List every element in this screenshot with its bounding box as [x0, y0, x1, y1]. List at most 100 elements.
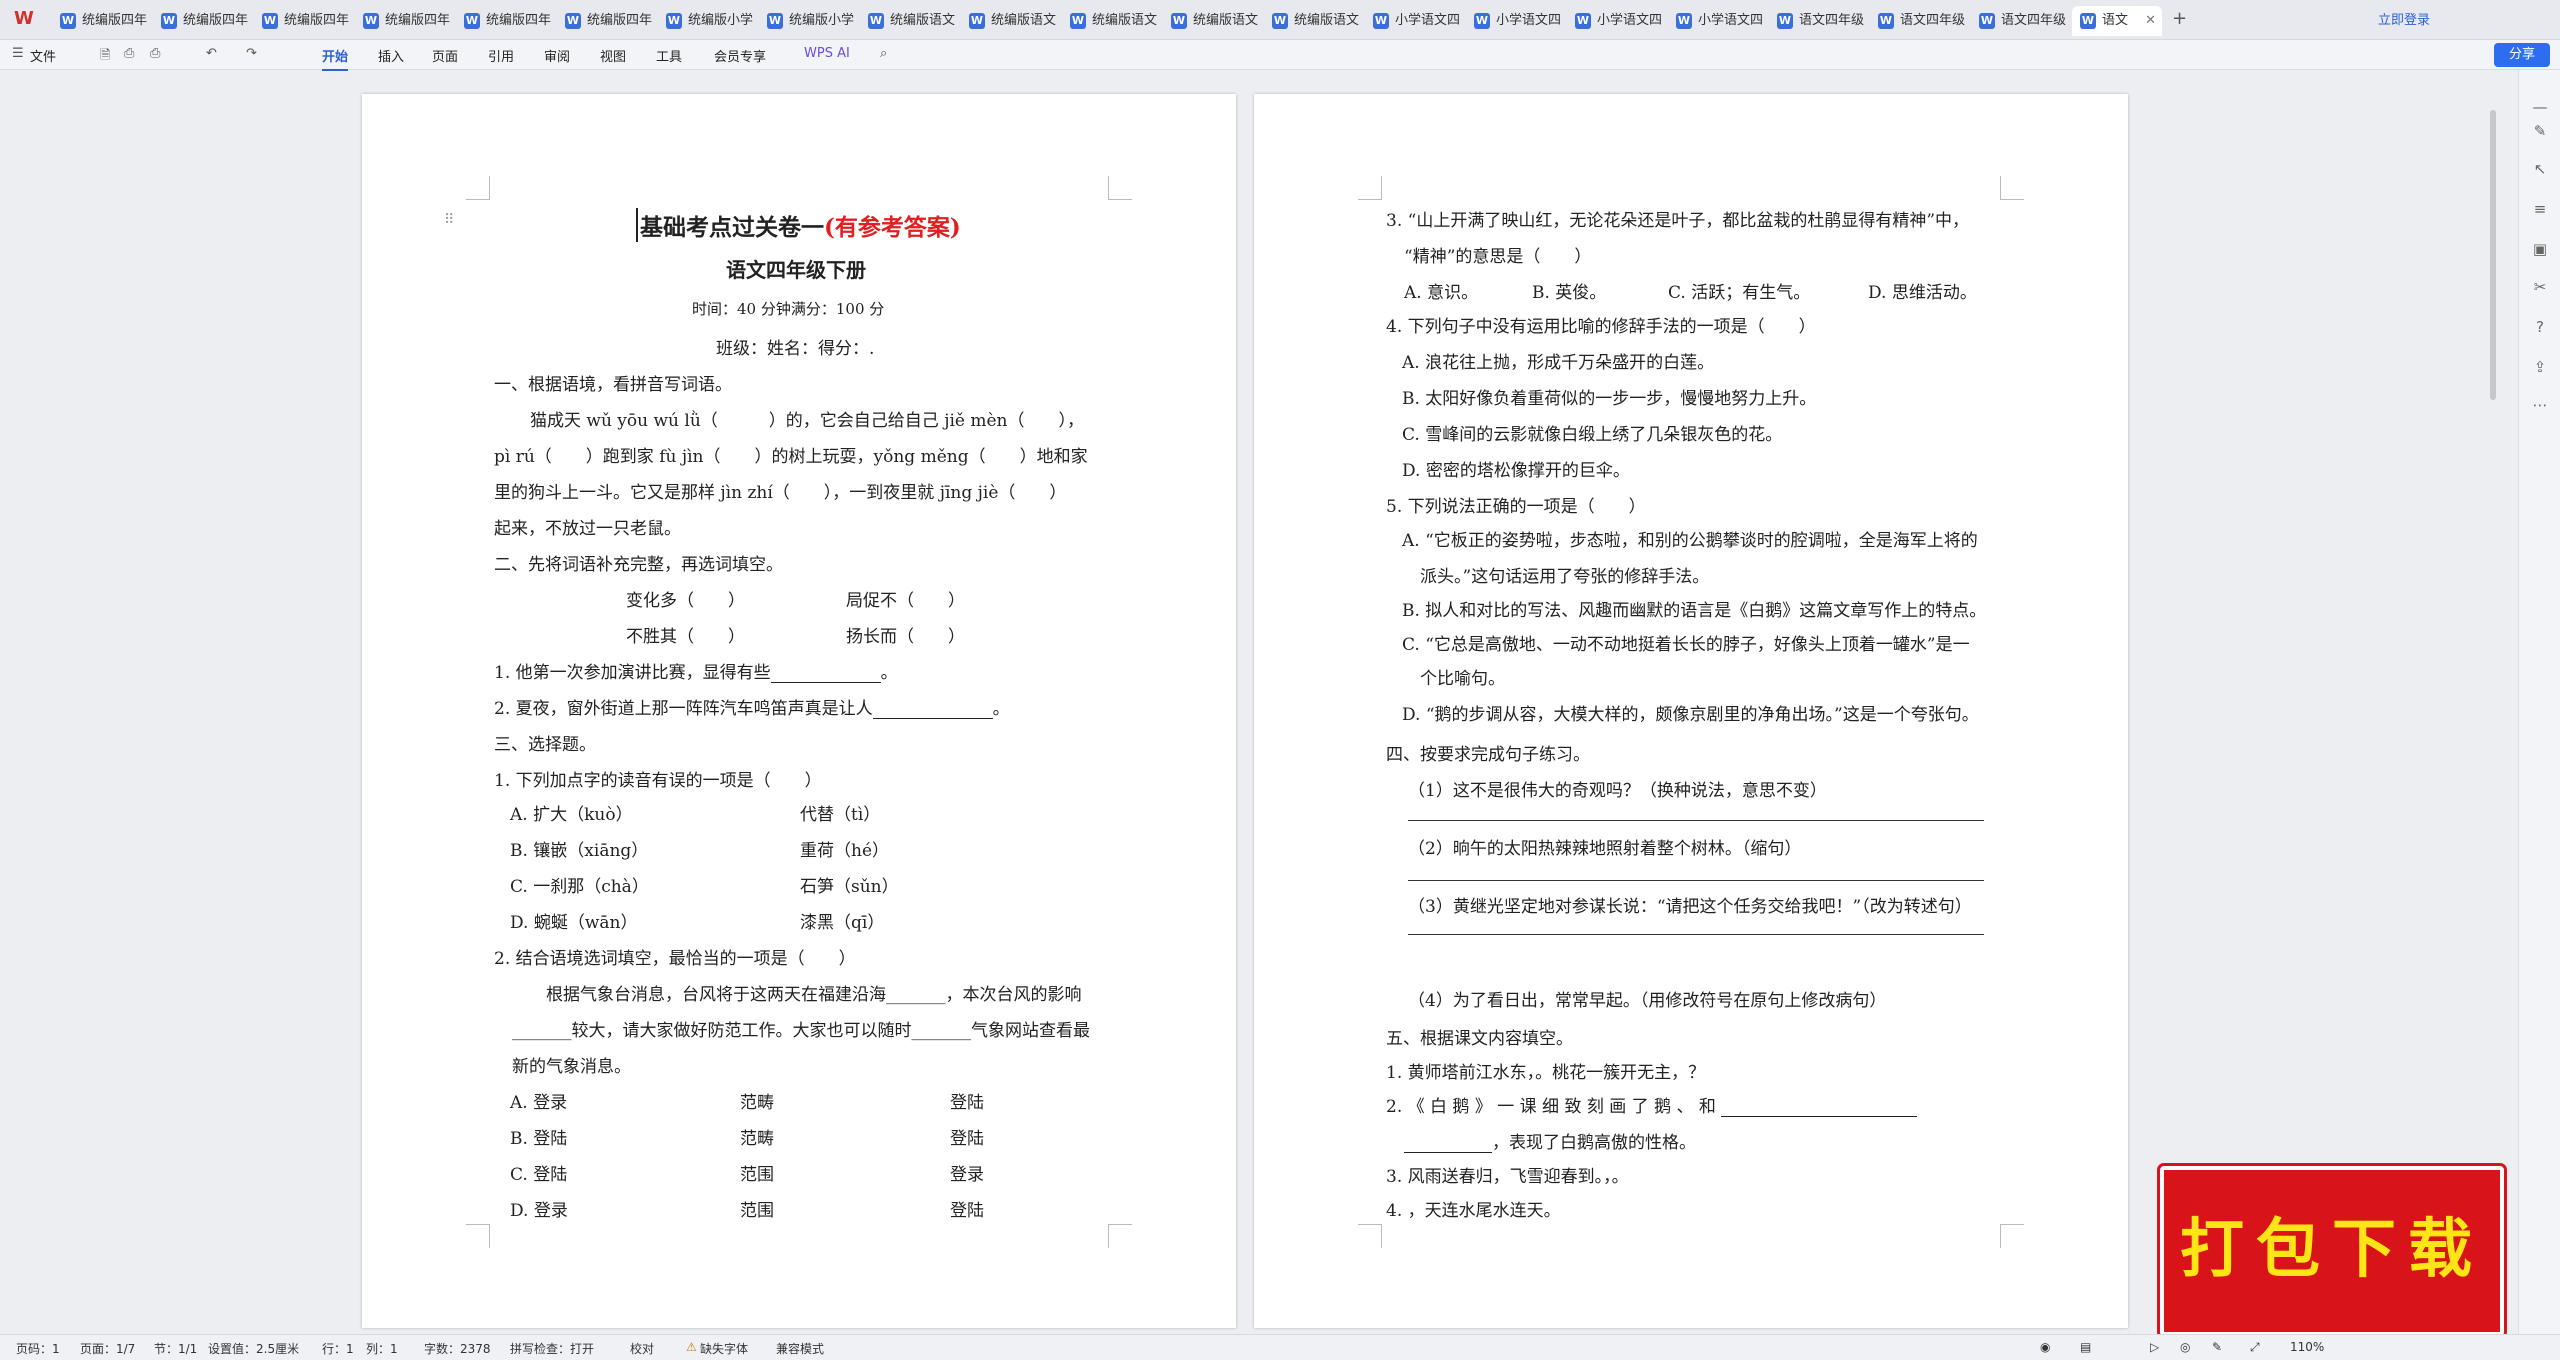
word-doc-icon: W	[1474, 13, 1490, 29]
download-banner[interactable]: 打包下载	[2160, 1166, 2504, 1336]
vertical-scrollbar[interactable]	[2490, 110, 2496, 400]
answer-blank[interactable]	[1721, 1116, 1918, 1117]
option: 范畴	[740, 1093, 774, 1113]
print-icon[interactable]: ⎙	[150, 46, 160, 61]
status-page: 页码：1	[16, 1342, 60, 1356]
help-icon[interactable]: ?	[2531, 318, 2549, 336]
document-tab[interactable]: W 统编版语文	[860, 6, 960, 36]
answer-blank[interactable]	[1404, 1152, 1492, 1153]
image-icon[interactable]: ▣	[2531, 240, 2549, 258]
option: 范围	[740, 1165, 774, 1185]
eye-icon[interactable]: ◉	[2040, 1340, 2050, 1354]
title-answer-note: (有参考答案)	[824, 214, 961, 241]
document-tab[interactable]: W 统编版四年	[153, 6, 253, 36]
exam-time: 时间：40 分钟满分：100 分	[692, 300, 885, 318]
document-tab[interactable]: W 统编版四年	[355, 6, 455, 36]
share-panel-icon[interactable]: ⇪	[2531, 358, 2549, 376]
document-tab[interactable]: W 统编版小学	[658, 6, 758, 36]
option: C. “它总是高傲地、一动不动地挺着长长的脖子，好像头上顶着一罐水”是一	[1402, 635, 1970, 655]
drag-handle-icon[interactable]: ⠿	[444, 212, 454, 228]
new-tab-icon[interactable]: +	[2172, 8, 2187, 29]
active-document-tab[interactable]: W 语文 ✕	[2072, 6, 2162, 36]
play-icon[interactable]: ▷	[2150, 1340, 2159, 1354]
option: D. 蜿蜒（wān）	[510, 913, 638, 933]
document-tab[interactable]: W 小学语文四	[1466, 6, 1566, 36]
document-tab[interactable]: W 小学语文四	[1567, 6, 1667, 36]
tools-icon[interactable]: ✂	[2531, 278, 2549, 296]
document-tab[interactable]: W 统编版语文	[961, 6, 1061, 36]
tab-insert[interactable]: 插入	[378, 46, 404, 65]
word-doc-icon: W	[1979, 13, 1995, 29]
tab-page[interactable]: 页面	[432, 46, 458, 65]
document-tab[interactable]: W 统编版四年	[254, 6, 354, 36]
document-tab[interactable]: W 语文四年级	[1870, 6, 1970, 36]
tab-member[interactable]: 会员专享	[714, 46, 766, 65]
document-tab[interactable]: W 统编版四年	[557, 6, 657, 36]
document-tab[interactable]: W 统编版小学	[759, 6, 859, 36]
wps-ai-button[interactable]: WPS AI	[804, 46, 850, 61]
document-tab[interactable]: W 统编版语文	[1163, 6, 1263, 36]
option: 重荷（hé）	[800, 841, 890, 861]
tab-label: 小学语文四	[1698, 13, 1764, 28]
tab-view[interactable]: 视图	[600, 46, 626, 65]
file-menu[interactable]: 文件	[30, 46, 56, 65]
option: D. 登录	[510, 1201, 568, 1221]
answer-blank[interactable]	[872, 718, 993, 719]
para-line: _______较大，请大家做好防范工作。大家也可以随时_______气象网站查看…	[512, 1021, 1090, 1041]
status-setting: 设置值：2.5厘米	[208, 1342, 300, 1356]
undo-icon[interactable]: ↶	[206, 46, 217, 61]
login-link[interactable]: 立即登录	[2378, 9, 2430, 28]
option: A. 意识。	[1404, 283, 1479, 303]
status-proof[interactable]: 校对	[630, 1340, 654, 1357]
tab-label: 小学语文四	[1597, 13, 1663, 28]
wps-logo-icon[interactable]: W	[14, 8, 40, 32]
document-tab[interactable]: W 小学语文四	[1365, 6, 1465, 36]
web-view-icon[interactable]: ◎	[2180, 1340, 2190, 1354]
status-spell[interactable]: 拼写检查：打开	[510, 1340, 594, 1357]
document-tab[interactable]: W 统编版语文	[1062, 6, 1162, 36]
status-font[interactable]: 缺失字体	[700, 1340, 748, 1357]
tab-tools[interactable]: 工具	[656, 46, 682, 65]
choice-question: 3. “山上开满了映山红，无论花朵还是叶子，都比盆栽的杜鹃显得有精神”中，	[1386, 211, 1970, 231]
document-tab[interactable]: W 统编版四年	[456, 6, 556, 36]
status-compat[interactable]: 兼容模式	[776, 1340, 824, 1357]
status-bar: 页码：1 页面：1/7 节：1/1 设置值：2.5厘米 行：1 列：1 字数：2…	[0, 1334, 2560, 1360]
close-tab-icon[interactable]: ✕	[2145, 6, 2156, 36]
save-icon[interactable]: 🗎	[100, 46, 110, 68]
document-tab[interactable]: W 统编版语文	[1264, 6, 1364, 36]
document-page-1: ⠿ 基础考点过关卷一(有参考答案) 语文四年级下册 时间：40 分钟满分：100…	[362, 94, 1236, 1328]
document-tab[interactable]: W 统编版四年	[52, 6, 152, 36]
tab-reference[interactable]: 引用	[488, 46, 514, 65]
tab-label: 语文	[2102, 13, 2129, 28]
status-words[interactable]: 字数：2378	[424, 1340, 491, 1357]
document-tab[interactable]: W 语文四年级	[1769, 6, 1869, 36]
tab-label: 统编版四年	[385, 13, 451, 28]
edit-icon[interactable]: ✎	[2212, 1340, 2222, 1354]
answer-line[interactable]	[1408, 880, 1984, 881]
more-icon[interactable]: ⋯	[2531, 396, 2549, 414]
adjust-icon[interactable]: ≡	[2531, 200, 2549, 218]
page-view-icon[interactable]: ▤	[2080, 1340, 2091, 1354]
answer-line[interactable]	[1408, 820, 1984, 821]
word-doc-icon: W	[1878, 13, 1894, 29]
answer-blank[interactable]	[770, 682, 881, 683]
document-tab[interactable]: W 语文四年级	[1971, 6, 2071, 36]
zoom-level[interactable]: 110%	[2290, 1340, 2324, 1354]
status-pages[interactable]: 页面：1/7	[80, 1340, 135, 1357]
redo-icon[interactable]: ↷	[246, 46, 257, 61]
tab-review[interactable]: 审阅	[544, 46, 570, 65]
document-tab[interactable]: W 小学语文四	[1668, 6, 1768, 36]
option: A. “它板正的姿势啦，步态啦，和别的公鹅攀谈时的腔调啦，全是海军上将的	[1402, 531, 1978, 551]
share-button[interactable]: 分享	[2494, 43, 2550, 67]
minimize-panel-icon[interactable]: —	[2531, 98, 2549, 116]
search-icon[interactable]: ⌕	[880, 46, 887, 61]
fit-icon[interactable]: ⤢	[2250, 1340, 2260, 1355]
para-line: 新的气象消息。	[512, 1057, 631, 1077]
tab-home[interactable]: 开始	[322, 46, 349, 71]
menu-icon[interactable]: ☰	[12, 46, 24, 61]
export-icon[interactable]: ⎙	[124, 46, 134, 61]
answer-line[interactable]	[1408, 934, 1984, 935]
pen-icon[interactable]: ✎	[2531, 122, 2549, 140]
word-doc-icon: W	[868, 13, 884, 29]
select-icon[interactable]: ↖	[2531, 160, 2549, 178]
